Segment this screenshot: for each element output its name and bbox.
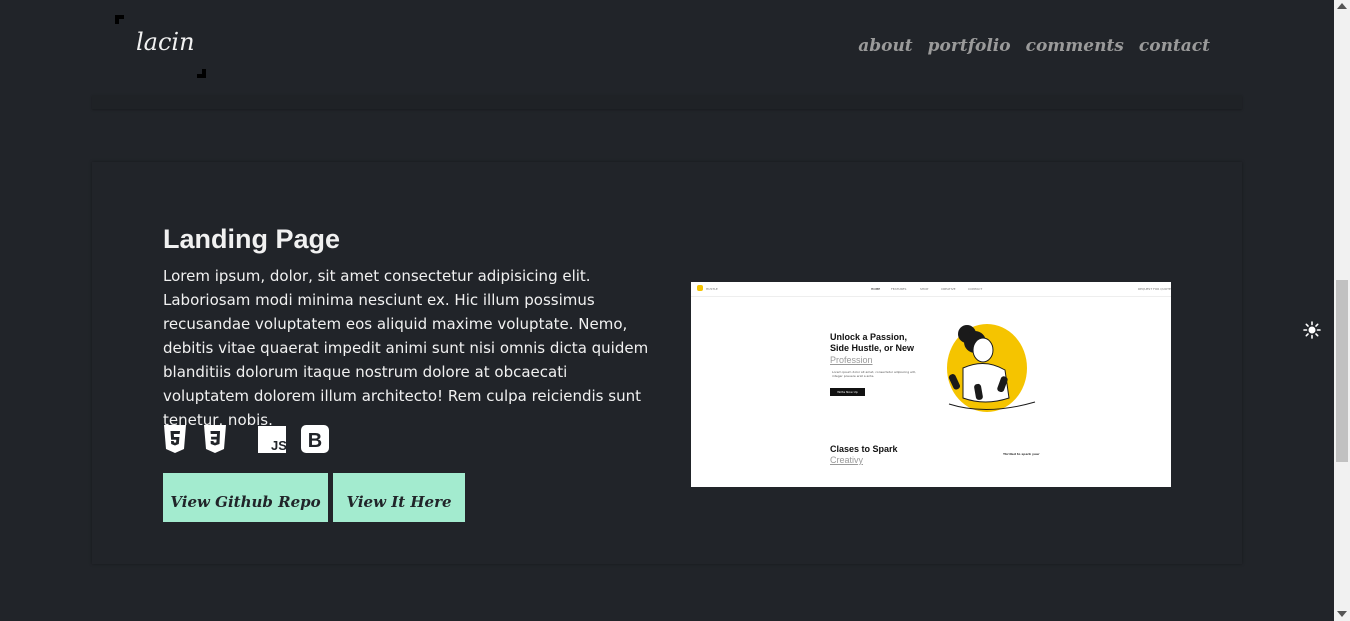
preview-nav-features: FEATURES [891,287,907,291]
preview-brand: HUSTLE [706,287,718,291]
scrollbar-thumb[interactable] [1336,280,1348,462]
project-description: Lorem ipsum, dolor, sit amet consectetur… [163,267,649,429]
preview-navbar: HUSTLE HOME FEATURES SHOP CREATIVE CONTA… [691,282,1171,297]
preview-illustration [947,324,1036,412]
preview-hero-button: Write Now Up [830,388,865,396]
sun-icon[interactable] [1303,321,1321,342]
preview-hero-heading: Unlock a Passion, Side Hustle, or New [830,332,914,354]
preview-hero-text: Lorem ipsum dolor sit amet, consectetur … [832,370,916,378]
preview-hero-profession: Profession [830,355,873,365]
main-nav: about portfolio comments contact [858,36,1210,56]
preview-classes-sub: Creativy [830,455,864,465]
javascript-icon: JS [258,425,286,453]
css3-icon [203,425,227,453]
bootstrap-icon-label: B [308,430,322,452]
page: lacin about portfolio comments contact L… [0,0,1334,621]
nav-link-comments[interactable]: comments [1026,36,1124,56]
logo-corner-bottom-right [197,69,206,78]
preview-classes-title: Clases to Spark [830,444,898,454]
view-it-here-button[interactable]: View It Here [333,473,465,522]
site-logo[interactable]: lacin [136,28,195,56]
bootstrap-icon: B [301,425,329,453]
preview-nav-shop: SHOP [920,287,929,291]
preview-hero-line2: Side Hustle, or New [830,343,915,353]
nav-link-portfolio[interactable]: portfolio [928,36,1011,56]
preview-brand-icon [697,285,703,291]
project-title: Landing Page [163,224,341,254]
page-scrollbar[interactable] [1334,0,1350,621]
nav-link-about[interactable]: about [858,36,912,56]
preview-nav-creative: CREATIVE [941,287,956,291]
site-header: lacin about portfolio comments contact [0,0,1334,95]
scroll-down-arrow-icon[interactable] [1337,611,1347,617]
preview-hero-line1: Unlock a Passion, [830,332,908,342]
logo-corner-top-left [115,15,124,24]
scroll-up-arrow-icon[interactable] [1337,3,1347,9]
preview-nav-contact: CONTACT [968,287,983,291]
preview-cta: REQUEST FOR QUOTE [1138,287,1171,291]
project-preview-image: HUSTLE HOME FEATURES SHOP CREATIVE CONTA… [691,282,1171,487]
preview-nav-home: HOME [871,287,881,291]
view-github-repo-button[interactable]: View Github Repo [163,473,328,522]
javascript-icon-label: JS [271,438,286,453]
nav-link-contact[interactable]: contact [1139,36,1210,56]
html5-icon [163,425,187,453]
preview-thrill-text: Thrilled to spark your [1003,452,1040,456]
header-divider [92,95,1242,109]
